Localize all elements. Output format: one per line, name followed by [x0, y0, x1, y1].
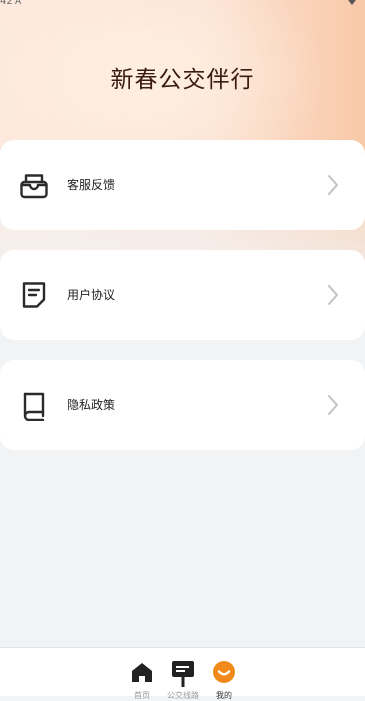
status-indicator: A [15, 0, 22, 7]
document-icon [18, 279, 50, 311]
inbox-icon [18, 169, 50, 201]
chevron-right-icon [327, 284, 339, 306]
page-title: 新春公交伴行 [110, 67, 255, 93]
smiley-icon [213, 661, 235, 683]
tab-mine[interactable]: 我的 [204, 660, 244, 700]
menu-item-label: 客服反馈 [67, 178, 116, 192]
chevron-right-icon [327, 174, 339, 196]
home-icon [132, 663, 152, 682]
menu-item-feedback[interactable]: 客服反馈 [0, 140, 365, 230]
signal-icon [345, 0, 359, 5]
menu-item-label: 用户协议 [67, 288, 116, 302]
bus-stop-sign-icon [172, 661, 194, 687]
status-time: 42 [0, 0, 13, 7]
chevron-right-icon [327, 394, 339, 416]
menu-item-privacy-policy[interactable]: 隐私政策 [0, 360, 365, 450]
menu-item-label: 隐私政策 [67, 398, 116, 412]
menu-item-user-agreement[interactable]: 用户协议 [0, 250, 365, 340]
bottom-tab-bar: 首页 公交线路 我的 [0, 647, 365, 700]
book-icon [18, 389, 50, 422]
status-bar: 42 A [0, 0, 365, 12]
